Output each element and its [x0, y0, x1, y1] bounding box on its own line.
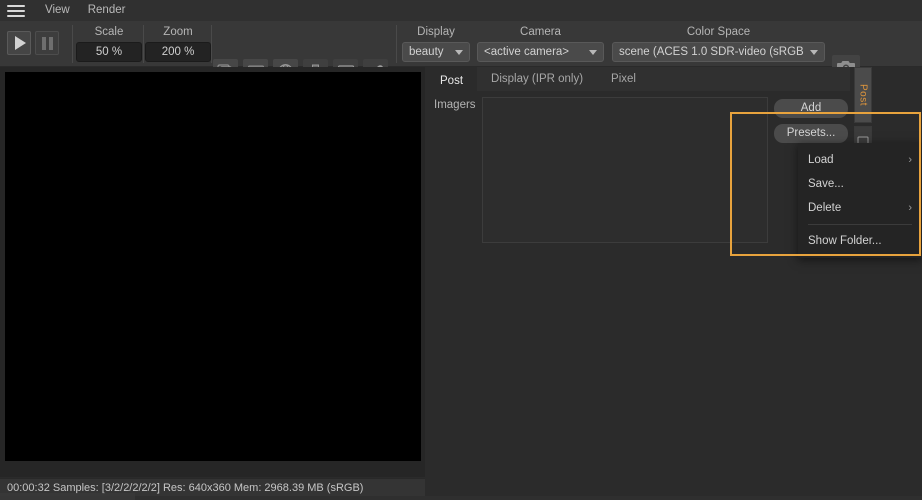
hamburger-menu-icon[interactable]	[6, 4, 26, 18]
menubar: View Render	[0, 0, 922, 21]
toolbar-separator	[396, 25, 397, 63]
menu-item-show-folder[interactable]: Show Folder...	[798, 229, 922, 253]
panel-tabstrip: Post Display (IPR only) Pixel	[426, 67, 850, 91]
display-dropdown[interactable]: beauty	[402, 42, 470, 62]
toolbar: Scale 50 % Zoom 200 % Display beauty Cam…	[0, 21, 922, 83]
render-canvas[interactable]	[5, 72, 421, 461]
transport-controls	[7, 31, 59, 55]
menu-separator	[808, 224, 912, 225]
camera-group: Camera <active camera>	[477, 25, 604, 62]
chevron-down-icon	[455, 49, 463, 55]
scale-group: Scale 50 %	[76, 25, 142, 62]
pause-button[interactable]	[35, 31, 59, 55]
imagers-actions: Add Presets...	[774, 99, 850, 149]
chevron-right-icon: ›	[908, 202, 912, 214]
colorspace-label: Color Space	[686, 26, 751, 38]
toolbar-separator	[72, 25, 73, 63]
presets-context-menu: Load › Save... Delete › Show Folder...	[798, 143, 922, 258]
colorspace-dropdown[interactable]: scene (ACES 1.0 SDR-video (sRGB))	[612, 42, 825, 62]
display-label: Display	[417, 26, 455, 38]
tab-display-ipr-only[interactable]: Display (IPR only)	[477, 67, 597, 91]
chevron-down-icon	[589, 49, 597, 55]
zoom-group: Zoom 200 %	[145, 25, 211, 62]
play-icon	[15, 36, 26, 50]
chevron-down-icon	[810, 49, 818, 55]
taskbar-sliver	[0, 493, 135, 500]
menu-item-load-label: Load	[808, 154, 834, 166]
menu-view[interactable]: View	[36, 0, 79, 21]
menu-item-show-folder-label: Show Folder...	[808, 235, 882, 247]
menu-item-delete-label: Delete	[808, 202, 842, 214]
scale-label: Scale	[94, 26, 124, 38]
menu-item-save-label: Save...	[808, 178, 844, 190]
scale-input[interactable]: 50 %	[76, 42, 142, 62]
tab-pixel[interactable]: Pixel	[597, 67, 650, 91]
presets-button[interactable]: Presets...	[774, 124, 848, 143]
display-value: beauty	[409, 46, 444, 58]
camera-dropdown[interactable]: <active camera>	[477, 42, 604, 62]
camera-label: Camera	[520, 26, 561, 38]
pause-icon	[41, 36, 53, 50]
menu-item-save[interactable]: Save...	[798, 172, 922, 196]
zoom-input[interactable]: 200 %	[145, 42, 211, 62]
bottom-strip	[0, 496, 922, 500]
vertical-tab-post[interactable]: Post	[854, 67, 872, 123]
add-button[interactable]: Add	[774, 99, 848, 118]
menu-item-load[interactable]: Load ›	[798, 148, 922, 172]
render-view-window: View Render Scale 50 % Zoom 200 % Displa…	[0, 0, 922, 500]
status-text: 00:00:32 Samples: [3/2/2/2/2/2] Res: 640…	[7, 481, 364, 494]
vertical-tab-post-label: Post	[857, 83, 869, 106]
colorspace-value: scene (ACES 1.0 SDR-video (sRGB))	[619, 46, 804, 58]
toolbar-separator	[211, 25, 212, 63]
colorspace-group: Color Space scene (ACES 1.0 SDR-video (s…	[612, 25, 825, 62]
imagers-label: Imagers	[434, 99, 476, 111]
camera-value: <active camera>	[484, 46, 570, 58]
render-pane	[0, 67, 425, 477]
display-group: Display beauty	[402, 25, 470, 62]
menu-render[interactable]: Render	[79, 0, 135, 21]
menu-item-delete[interactable]: Delete ›	[798, 196, 922, 220]
play-button[interactable]	[7, 31, 31, 55]
zoom-label: Zoom	[163, 26, 193, 38]
imagers-list[interactable]	[482, 97, 768, 243]
post-panel: Post Display (IPR only) Pixel Imagers Ad…	[426, 67, 922, 500]
tab-post[interactable]: Post	[426, 67, 478, 91]
chevron-right-icon: ›	[908, 154, 912, 166]
toolbar-separator	[143, 25, 144, 63]
